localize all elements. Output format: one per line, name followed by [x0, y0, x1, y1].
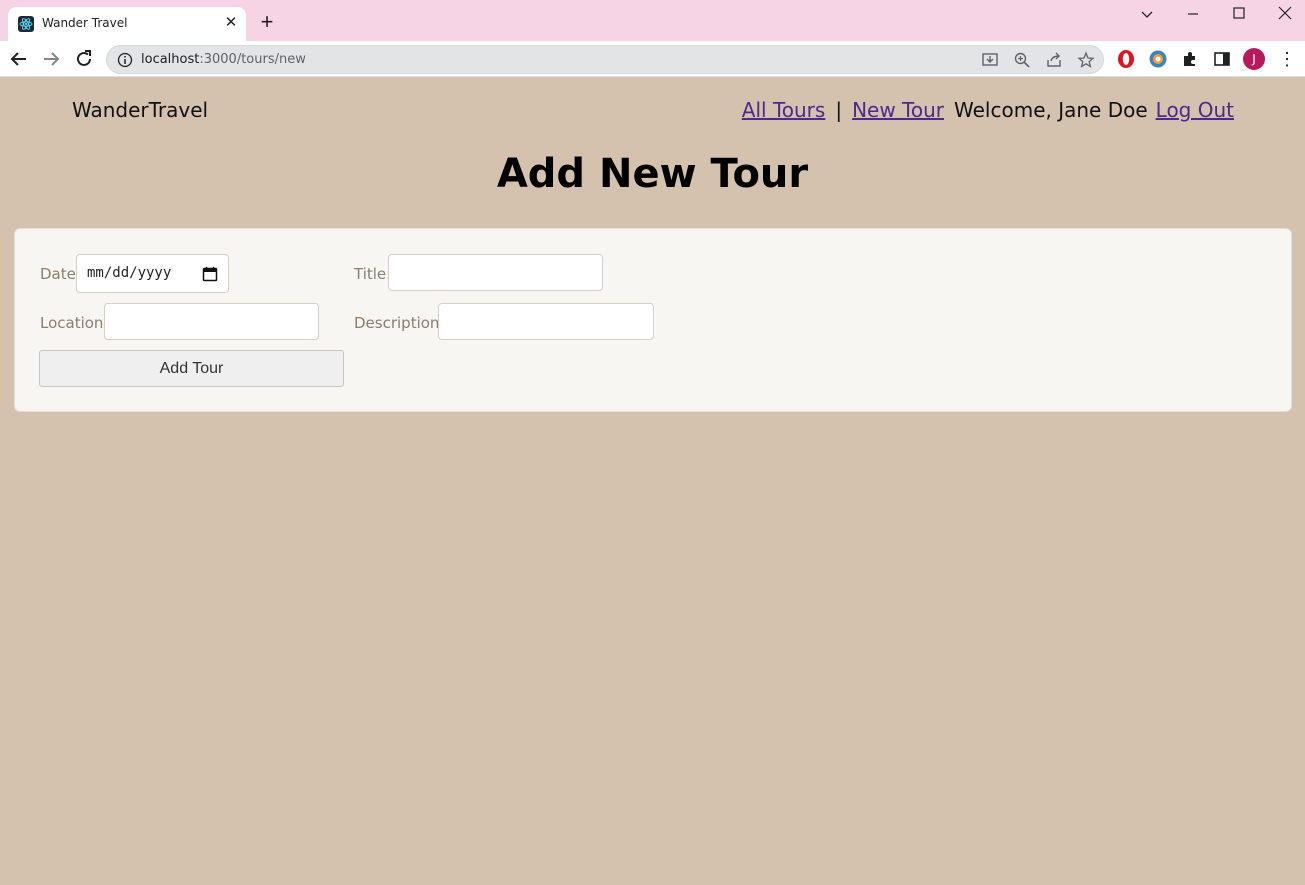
kebab-menu-icon[interactable]: ⋮: [1278, 49, 1296, 69]
page-content: WanderTravel All Tours | New Tour Welcome, …: [0, 77, 1305, 885]
new-tour-form: Date: mm/dd/yyyy Title: Location: Descri…: [14, 228, 1292, 412]
location-label: Location:: [40, 314, 109, 332]
date-placeholder: mm/dd/yyyy: [87, 265, 172, 281]
chrome-extension-icon[interactable]: [1148, 49, 1168, 69]
install-icon[interactable]: [981, 51, 999, 69]
close-icon[interactable]: ✕: [222, 14, 240, 32]
opera-extension-icon[interactable]: [1116, 49, 1136, 69]
forward-arrow-icon[interactable]: [40, 48, 62, 70]
minimize-icon[interactable]: [1183, 4, 1203, 24]
title-input[interactable]: [388, 254, 603, 291]
url-text: localhost:3000/tours/new: [141, 52, 306, 67]
browser-tab[interactable]: Wander Travel ✕: [8, 7, 246, 41]
zoom-icon[interactable]: [1013, 51, 1031, 69]
browser-tab-strip: Wander Travel ✕ +: [0, 0, 1305, 41]
maximize-icon[interactable]: [1229, 4, 1249, 24]
reload-icon[interactable]: [73, 48, 95, 70]
info-icon[interactable]: [117, 52, 133, 68]
description-input[interactable]: [438, 303, 654, 340]
star-icon[interactable]: [1077, 51, 1095, 69]
add-tour-button[interactable]: Add Tour: [39, 350, 344, 387]
side-panel-icon[interactable]: [1212, 49, 1232, 69]
date-input[interactable]: mm/dd/yyyy: [76, 254, 229, 293]
welcome-text: Welcome, Jane Doe: [954, 98, 1148, 122]
location-input[interactable]: [104, 303, 319, 340]
top-nav: All Tours | New Tour Welcome, Jane Doe Log O…: [742, 98, 1234, 122]
window-close-icon[interactable]: [1275, 4, 1295, 24]
nav-link-new-tour[interactable]: New Tour: [852, 98, 944, 122]
puzzle-icon[interactable]: [1180, 49, 1200, 69]
page-title: Add New Tour: [496, 151, 809, 197]
profile-avatar[interactable]: J: [1243, 48, 1265, 70]
nav-link-all-tours[interactable]: All Tours: [742, 98, 826, 122]
nav-link-log-out[interactable]: Log Out: [1156, 98, 1234, 122]
title-label: Title:: [354, 265, 392, 283]
brand-logo[interactable]: WanderTravel: [72, 98, 208, 122]
react-favicon-icon: [18, 16, 34, 32]
chevron-down-icon[interactable]: [1137, 4, 1157, 24]
tab-title: Wander Travel: [42, 16, 128, 30]
description-label: Description:: [354, 314, 445, 332]
plus-icon[interactable]: +: [257, 11, 277, 33]
back-arrow-icon[interactable]: [8, 48, 30, 70]
calendar-icon[interactable]: [202, 266, 218, 282]
browser-toolbar: localhost:3000/tours/new J ⋮: [0, 41, 1305, 77]
address-bar[interactable]: localhost:3000/tours/new: [106, 45, 1104, 74]
date-label: Date:: [40, 265, 81, 283]
nav-separator: |: [835, 98, 843, 122]
share-icon[interactable]: [1045, 51, 1063, 69]
